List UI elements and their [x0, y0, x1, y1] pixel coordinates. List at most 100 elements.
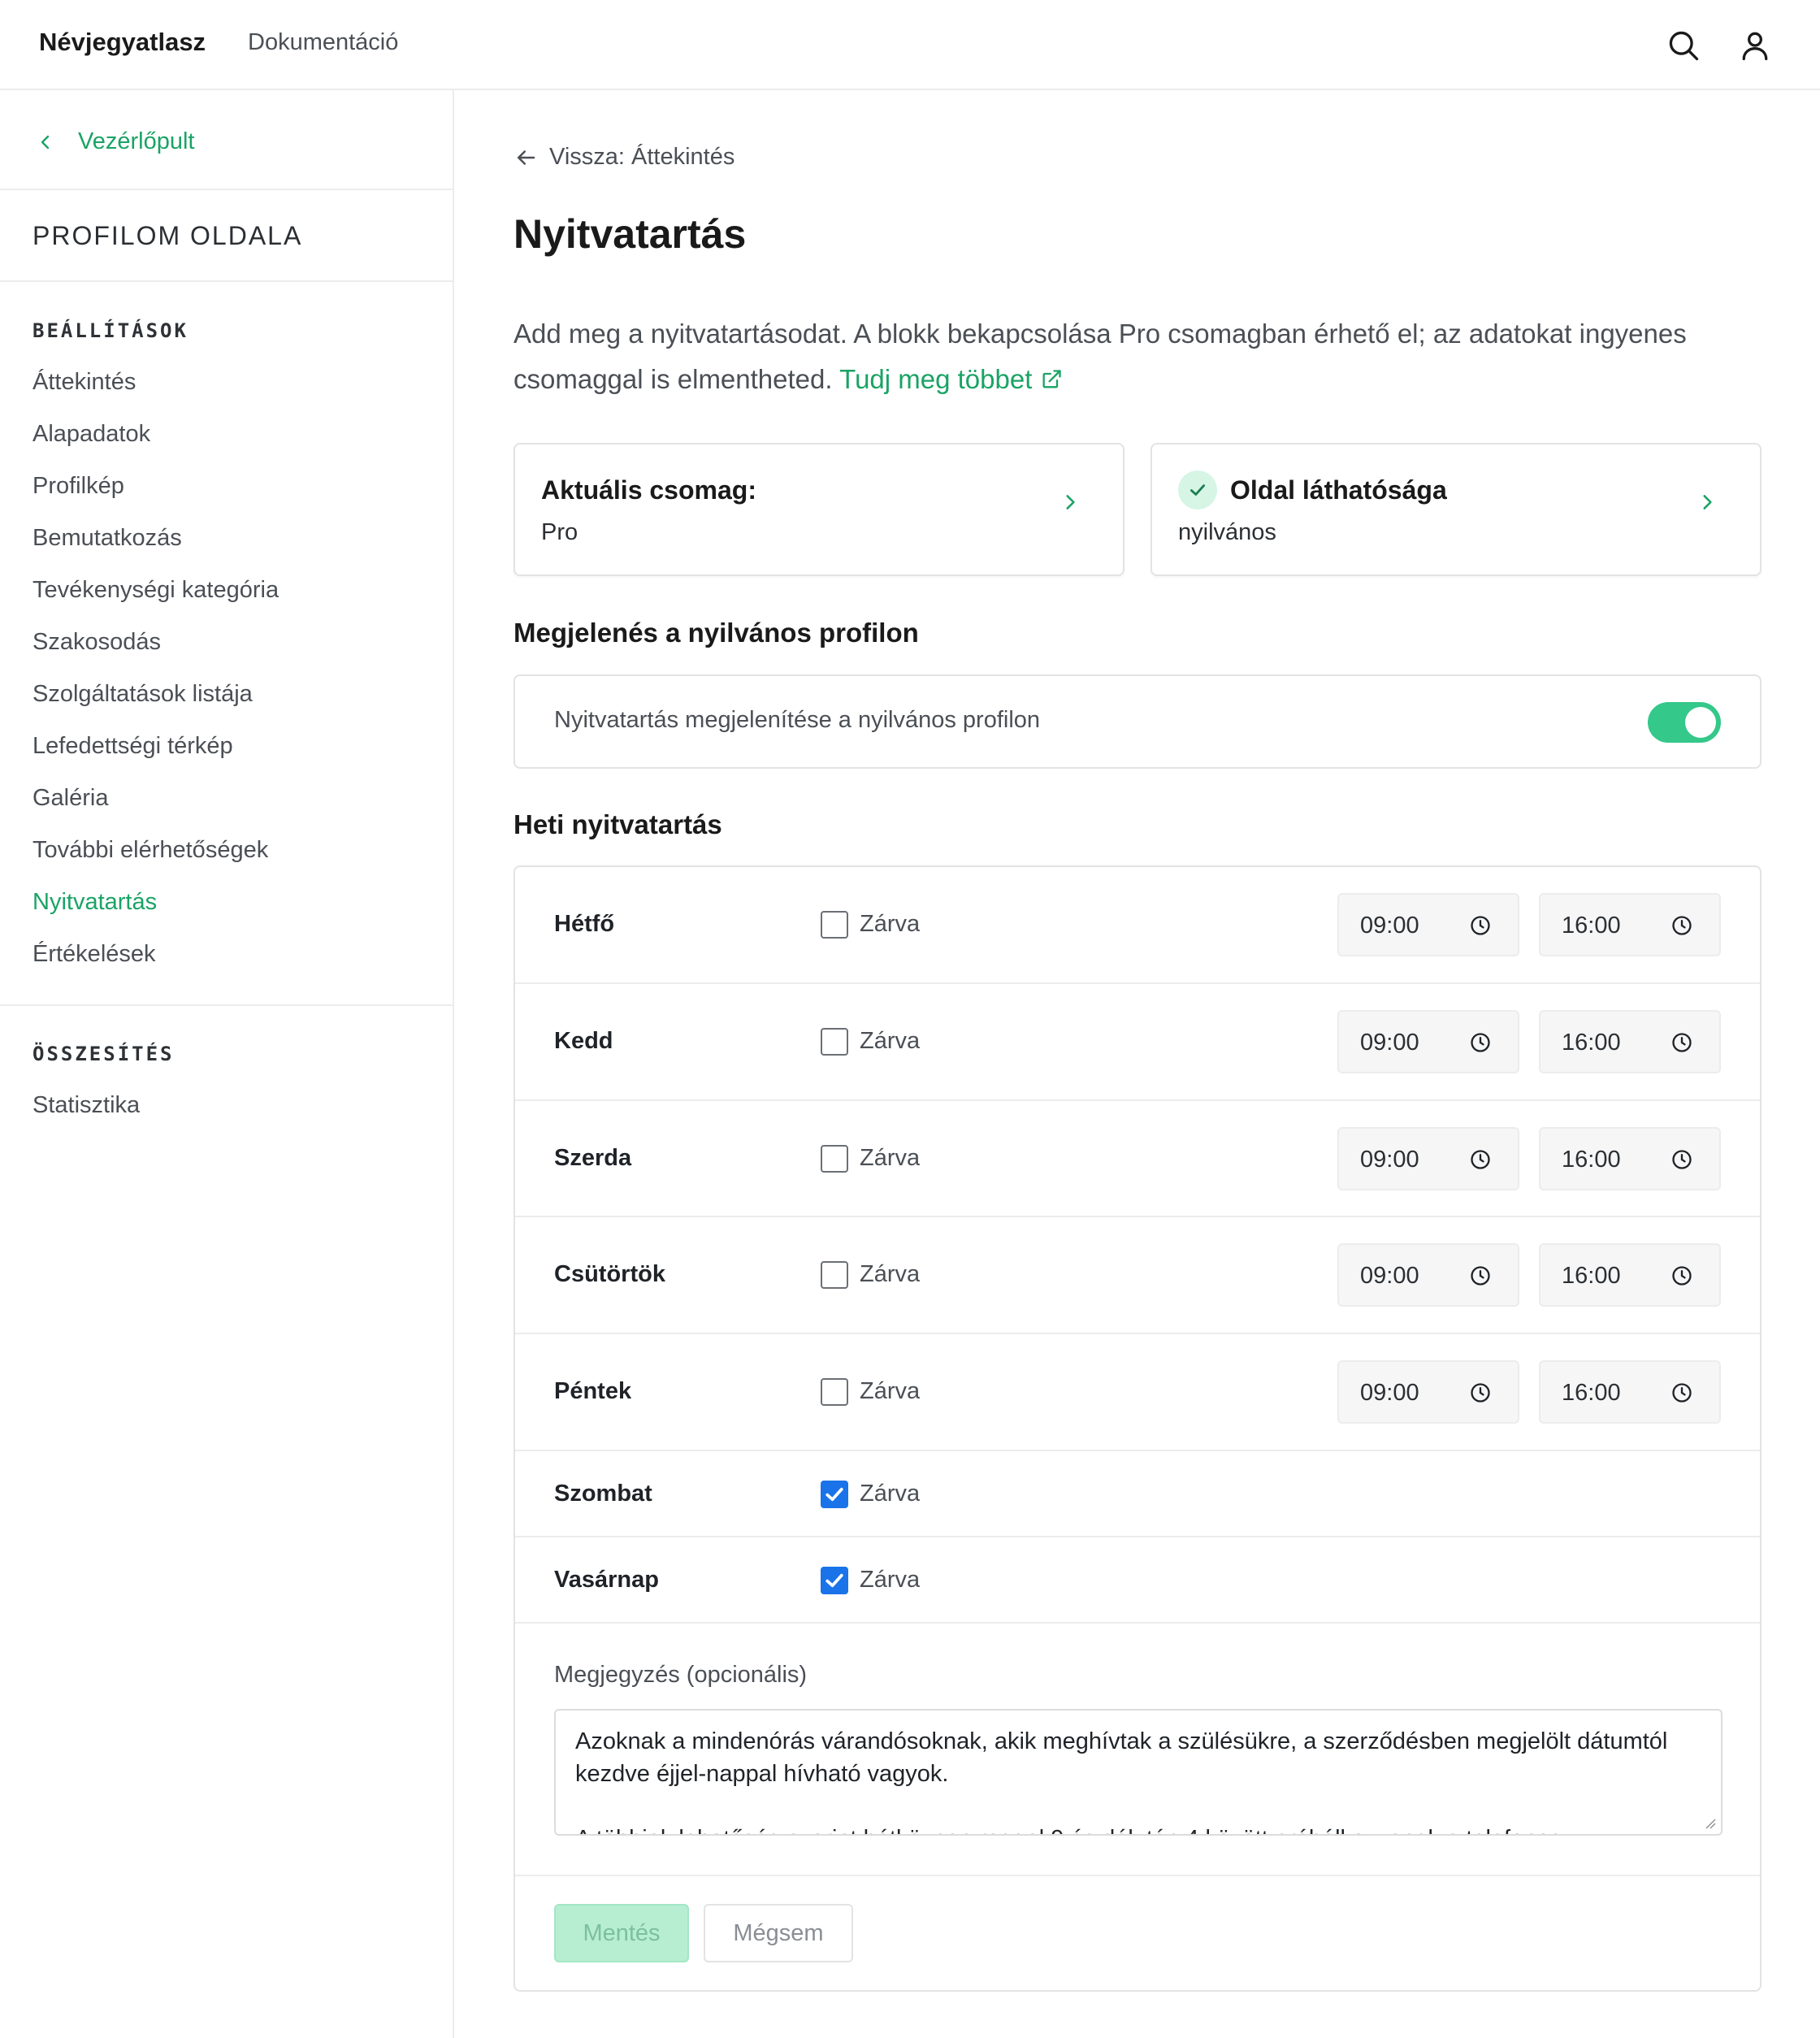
back-to-dashboard[interactable]: Vezérlőpult: [0, 90, 453, 190]
resize-handle-icon[interactable]: [1703, 1816, 1716, 1829]
closed-checkbox-tuesday[interactable]: [821, 1028, 848, 1056]
brand-logo[interactable]: Névjegyatlasz: [39, 28, 206, 57]
sidebar-item-services-list[interactable]: Szolgáltatások listája: [32, 681, 253, 708]
clock-icon: [1471, 1033, 1490, 1052]
sidebar-item-introduction[interactable]: Bemutatkozás: [32, 525, 182, 552]
sidebar-item-specialization[interactable]: Szakosodás: [32, 629, 161, 656]
settings-heading: BEÁLLÍTÁSOK: [32, 319, 188, 342]
open-time-wednesday[interactable]: 09:00: [1337, 1127, 1519, 1190]
sidebar-item-overview[interactable]: Áttekintés: [32, 369, 136, 396]
close-time-wednesday[interactable]: 16:00: [1539, 1127, 1721, 1190]
arrow-left-icon: [518, 150, 535, 165]
day-row-wednesday: Szerda Zárva 09:00 16:00: [515, 1101, 1760, 1217]
clock-icon: [1672, 1383, 1692, 1403]
check-icon: [1178, 470, 1217, 510]
page-visibility-card[interactable]: Oldal láthatósága nyilvános: [1150, 443, 1762, 576]
clock-icon: [1471, 916, 1490, 935]
closed-label: Zárva: [860, 1028, 921, 1054]
closed-checkbox-wednesday[interactable]: [821, 1145, 848, 1173]
day-row-sunday: Vasárnap Zárva: [515, 1537, 1760, 1624]
close-time-thursday[interactable]: 16:00: [1539, 1243, 1721, 1307]
open-time-tuesday[interactable]: 09:00: [1337, 1010, 1519, 1073]
current-plan-title: Aktuális csomag:: [541, 475, 756, 505]
appearance-heading: Megjelenés a nyilvános profilon: [514, 618, 919, 648]
closed-label: Zárva: [860, 1145, 921, 1171]
clock-icon: [1471, 1266, 1490, 1286]
cancel-button[interactable]: Mégsem: [704, 1904, 853, 1962]
clock-icon: [1471, 1383, 1490, 1403]
note-textarea[interactable]: Azoknak a mindenórás várandósoknak, akik…: [554, 1709, 1722, 1836]
actions-divider: [515, 1875, 1760, 1876]
checkmark-icon: [826, 1487, 843, 1502]
sidebar-divider: [0, 1004, 453, 1006]
back-to-overview-link[interactable]: Vissza: Áttekintés: [514, 144, 734, 171]
closed-label: Zárva: [860, 1567, 921, 1593]
search-icon[interactable]: [1666, 28, 1701, 63]
closed-label: Zárva: [860, 1481, 921, 1507]
open-time-friday[interactable]: 09:00: [1337, 1360, 1519, 1424]
day-name: Péntek: [554, 1378, 632, 1404]
checkmark-icon: [826, 1573, 843, 1588]
learn-more-link[interactable]: Tudj meg többet: [839, 364, 1062, 394]
day-row-thursday: Csütörtök Zárva 09:00 16:00: [515, 1217, 1760, 1334]
back-to-dashboard-label: Vezérlőpult: [78, 128, 195, 154]
closed-checkbox-monday[interactable]: [821, 911, 848, 939]
sidebar-item-reviews[interactable]: Értékelések: [32, 941, 156, 968]
sidebar-item-coverage-map[interactable]: Lefedettségi térkép: [32, 733, 233, 760]
back-to-overview-label: Vissza: Áttekintés: [549, 144, 735, 170]
save-button[interactable]: Mentés: [554, 1904, 689, 1962]
day-name: Szerda: [554, 1145, 632, 1171]
clock-icon: [1672, 1033, 1692, 1052]
day-name: Hétfő: [554, 911, 615, 937]
sidebar-item-basic-data[interactable]: Alapadatok: [32, 421, 150, 448]
day-row-friday: Péntek Zárva 09:00 16:00: [515, 1334, 1760, 1451]
summary-heading: ÖSSZESÍTÉS: [32, 1043, 175, 1065]
sidebar-item-statistics[interactable]: Statisztika: [32, 1092, 140, 1119]
user-icon[interactable]: [1737, 28, 1773, 63]
sidebar-item-opening-hours[interactable]: Nyitvatartás: [32, 889, 157, 916]
clock-icon: [1672, 916, 1692, 935]
sidebar-item-gallery[interactable]: Galéria: [32, 785, 109, 812]
day-row-saturday: Szombat Zárva: [515, 1451, 1760, 1537]
open-time-monday[interactable]: 09:00: [1337, 893, 1519, 956]
day-row-tuesday: Kedd Zárva 09:00 16:00: [515, 984, 1760, 1101]
close-time-tuesday[interactable]: 16:00: [1539, 1010, 1721, 1073]
chevron-left-icon: [41, 135, 50, 150]
page-title: Nyitvatartás: [514, 211, 747, 257]
closed-checkbox-friday[interactable]: [821, 1378, 848, 1406]
day-name: Kedd: [554, 1028, 613, 1054]
clock-icon: [1672, 1150, 1692, 1169]
weekly-hours-panel: Hétfő Zárva 09:00 16:00 Kedd Zárva 09:00…: [514, 865, 1762, 1992]
note-line: A többiek lehetőség szerint hétköznap re…: [575, 1823, 1701, 1834]
closed-label: Zárva: [860, 1378, 921, 1404]
page-visibility-value: nyilvános: [1178, 519, 1276, 545]
closed-label: Zárva: [860, 1261, 921, 1287]
toggle-knob: [1685, 707, 1716, 738]
closed-checkbox-thursday[interactable]: [821, 1261, 848, 1289]
open-time-thursday[interactable]: 09:00: [1337, 1243, 1519, 1307]
close-time-friday[interactable]: 16:00: [1539, 1360, 1721, 1424]
sidebar-item-profile-picture[interactable]: Profilkép: [32, 473, 124, 500]
day-name: Szombat: [554, 1481, 652, 1507]
weekly-hours-heading: Heti nyitvatartás: [514, 809, 722, 839]
note-line: Azoknak a mindenórás várandósoknak, akik…: [575, 1728, 1668, 1787]
top-bar: Névjegyatlasz Dokumentáció: [0, 0, 1820, 90]
public-display-panel: Nyitvatartás megjelenítése a nyilvános p…: [514, 674, 1762, 769]
closed-checkbox-saturday[interactable]: [821, 1481, 848, 1508]
external-link-icon: [1042, 370, 1061, 388]
sidebar-item-activity-category[interactable]: Tevékenységi kategória: [32, 577, 279, 604]
sidebar-item-more-contacts[interactable]: További elérhetőségek: [32, 837, 268, 864]
clock-icon: [1672, 1266, 1692, 1286]
close-time-monday[interactable]: 16:00: [1539, 893, 1721, 956]
public-display-label: Nyitvatartás megjelenítése a nyilvános p…: [554, 707, 1041, 733]
page-visibility-title: Oldal láthatósága: [1230, 475, 1447, 505]
chevron-right-icon: [1066, 495, 1075, 510]
profile-page-title: PROFILOM OLDALA: [0, 190, 453, 282]
closed-checkbox-sunday[interactable]: [821, 1567, 848, 1594]
day-row-monday: Hétfő Zárva 09:00 16:00: [515, 867, 1760, 984]
current-plan-card[interactable]: Aktuális csomag: Pro: [514, 443, 1124, 576]
day-name: Vasárnap: [554, 1567, 659, 1593]
current-plan-value: Pro: [541, 519, 578, 545]
public-display-toggle[interactable]: [1648, 702, 1721, 743]
documentation-link[interactable]: Dokumentáció: [248, 29, 398, 56]
